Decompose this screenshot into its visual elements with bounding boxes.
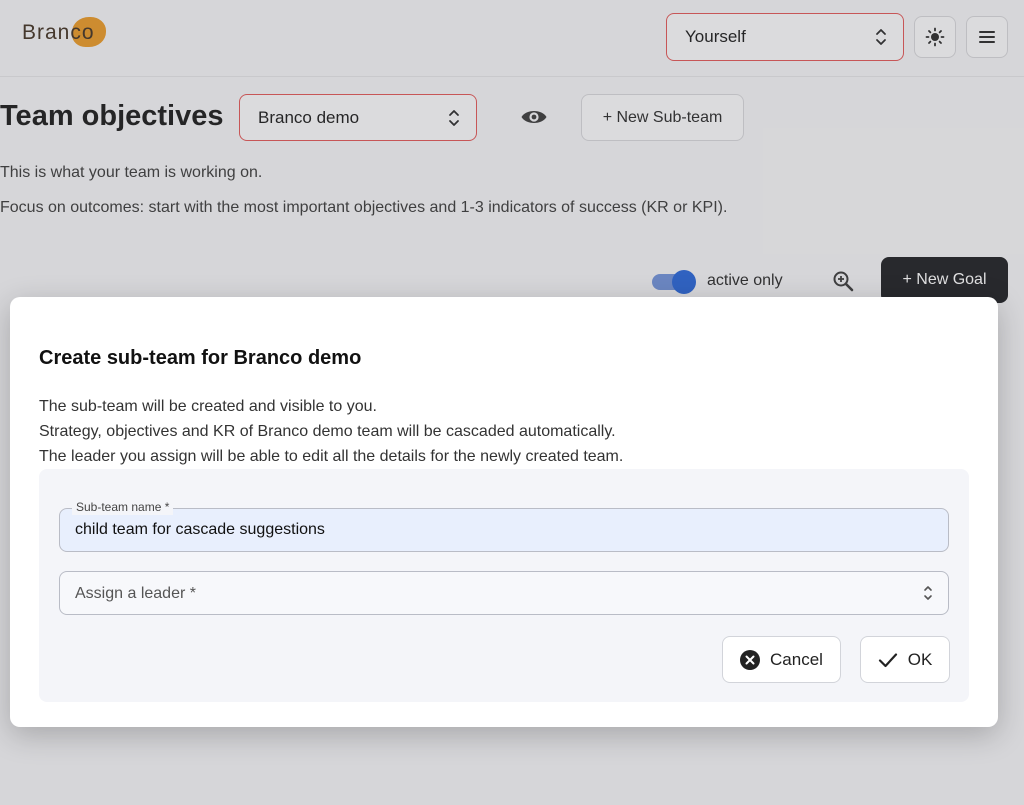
check-icon: [878, 652, 897, 667]
ok-label: OK: [907, 649, 933, 669]
subteam-name-label: Sub-team name *: [72, 499, 174, 515]
assign-leader-select[interactable]: Assign a leader *: [59, 571, 949, 615]
close-circle-icon: [740, 649, 761, 670]
dialog-description-3: The leader you assign will be able to ed…: [39, 448, 624, 465]
subteam-name-value: child team for cascade suggestions: [75, 521, 325, 538]
assign-leader-placeholder: Assign a leader *: [75, 585, 196, 602]
chevron-updown-icon: [924, 586, 932, 600]
dialog-description-1: The sub-team will be created and visible…: [39, 398, 377, 415]
form-panel: Sub-team name * child team for cascade s…: [39, 469, 969, 702]
ok-button[interactable]: OK: [860, 636, 950, 683]
cancel-label: Cancel: [770, 649, 823, 669]
subteam-name-field[interactable]: Sub-team name * child team for cascade s…: [59, 499, 949, 552]
cancel-button[interactable]: Cancel: [722, 636, 841, 683]
dialog-title: Create sub-team for Branco demo: [39, 347, 362, 369]
dialog-description-2: Strategy, objectives and KR of Branco de…: [39, 423, 616, 440]
create-subteam-dialog: Create sub-team for Branco demo The sub-…: [10, 297, 998, 727]
